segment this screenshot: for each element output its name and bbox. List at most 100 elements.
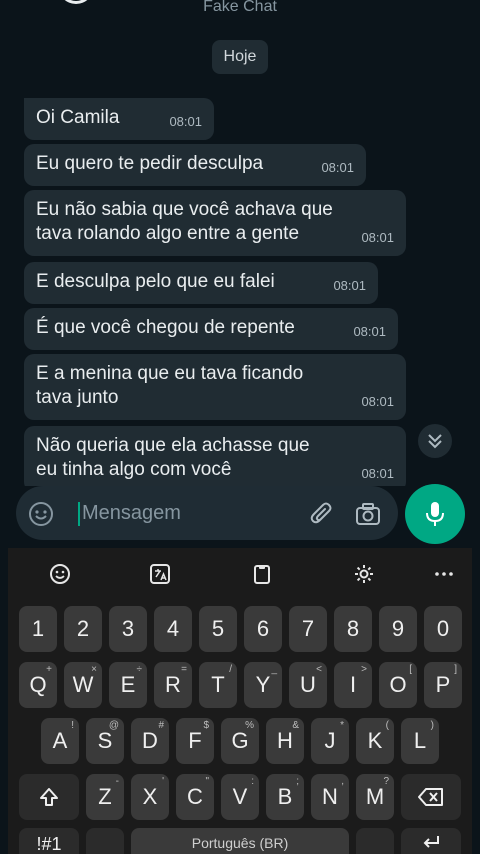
key-label: I [349, 672, 357, 697]
key-z[interactable]: -Z [86, 774, 124, 820]
key-7[interactable]: 7 [289, 606, 327, 652]
message-bubble[interactable]: E a menina que eu tava ficando tava junt… [24, 354, 406, 420]
emoji-keyboard-icon[interactable] [46, 560, 74, 588]
attach-icon[interactable] [308, 500, 336, 533]
message-time: 08:01 [361, 230, 394, 245]
key-v[interactable]: :V [221, 774, 259, 820]
key-r[interactable]: = R [154, 662, 192, 708]
key-4[interactable]: 4 [154, 606, 192, 652]
key-d[interactable]: # D [131, 718, 169, 764]
key-2[interactable]: 2 [64, 606, 102, 652]
key-hint: & [292, 720, 299, 731]
key-k[interactable]: (K [356, 718, 394, 764]
message-input[interactable] [82, 498, 302, 528]
key-1[interactable]: 1 [19, 606, 57, 652]
enter-icon [423, 836, 439, 848]
backspace-key[interactable] [401, 774, 461, 820]
message-bubble[interactable]: Oi Camila 08:01 [24, 98, 214, 140]
chat-header[interactable]: Fake Chat [0, 0, 480, 20]
message-bubble[interactable]: E desculpa pelo que eu falei 08:01 [24, 262, 378, 304]
key-label: T [211, 672, 225, 697]
message-bubble[interactable]: Não queria que ela achasse que eu tinha … [24, 426, 406, 486]
key-hint: : [251, 776, 254, 787]
key-m[interactable]: ? M [356, 774, 394, 820]
key-hint: + [46, 664, 52, 675]
key-9[interactable]: 9 [379, 606, 417, 652]
chevron-double-down-icon [428, 434, 442, 449]
key-hint: ' [162, 776, 164, 787]
key-label: 1 [31, 616, 45, 641]
key-5[interactable]: 5 [199, 606, 237, 652]
key-j[interactable]: * J [311, 718, 349, 764]
more-options-icon[interactable] [430, 560, 458, 588]
key-label: B [277, 784, 293, 809]
space-key[interactable]: Português (BR) [131, 828, 349, 854]
key-hint: ÷ [136, 664, 143, 675]
message-time: 08:01 [361, 466, 394, 481]
backspace-icon [418, 788, 443, 806]
period-key[interactable] [356, 828, 394, 854]
scroll-to-bottom-button[interactable] [418, 424, 452, 458]
key-hint: < [316, 664, 322, 675]
key-l[interactable]: ) L [401, 718, 439, 764]
key-e[interactable]: ÷ E [109, 662, 147, 708]
key-b[interactable]: ; B [266, 774, 304, 820]
message-time: 08:01 [353, 324, 386, 339]
key-w[interactable]: × W [64, 662, 102, 708]
voice-message-button[interactable] [405, 484, 465, 544]
key-0[interactable]: 0 [424, 606, 462, 652]
key-n[interactable]: ,N [311, 774, 349, 820]
key-i[interactable]: > I [334, 662, 372, 708]
comma-key[interactable] [86, 828, 124, 854]
key-label: W [72, 672, 94, 697]
key-t[interactable]: / T [199, 662, 237, 708]
key-label: J [324, 728, 336, 753]
key-x[interactable]: ' X [131, 774, 169, 820]
message-bubble[interactable]: É que você chegou de repente 08:01 [24, 308, 398, 350]
key-f[interactable]: $ F [176, 718, 214, 764]
chat-area: Fake Chat Hoje Oi Camila 08:01 Eu quero … [0, 0, 480, 486]
key-a[interactable]: ! A [41, 718, 79, 764]
key-label: 5 [211, 616, 225, 641]
key-hint: , [341, 776, 344, 787]
key-hint: = [181, 664, 187, 675]
key-hint: ; [296, 776, 299, 787]
key-hint: [ [409, 664, 412, 675]
message-time: 08:01 [361, 394, 394, 409]
key-label: E [120, 672, 136, 697]
key-g[interactable]: % G [221, 718, 259, 764]
key-label: Y [255, 672, 271, 697]
enter-key[interactable] [401, 828, 461, 854]
date-chip: Hoje [212, 40, 268, 74]
key-hint: ) [430, 720, 434, 731]
camera-icon[interactable] [354, 500, 382, 533]
key-label: 7 [301, 616, 315, 641]
key-label: S [97, 728, 113, 753]
chat-title: Fake Chat [203, 0, 277, 15]
message-bubble[interactable]: Eu quero te pedir desculpa 08:01 [24, 144, 366, 186]
message-bubble[interactable]: Eu não sabia que você achava que tava ro… [24, 190, 406, 256]
emoji-icon[interactable] [28, 501, 54, 532]
key-c[interactable]: " C [176, 774, 214, 820]
key-hint: ! [71, 720, 74, 731]
gear-icon[interactable] [350, 560, 378, 588]
key-u[interactable]: < U [289, 662, 327, 708]
clipboard-icon[interactable] [248, 560, 276, 588]
key-label: !#1 [36, 833, 62, 854]
key-p[interactable]: ] P [424, 662, 462, 708]
key-h[interactable]: & H [266, 718, 304, 764]
key-hint: > [361, 664, 367, 675]
key-o[interactable]: [O [379, 662, 417, 708]
key-6[interactable]: 6 [244, 606, 282, 652]
key-label: L [413, 728, 427, 753]
key-s[interactable]: @ S [86, 718, 124, 764]
key-label: 4 [166, 616, 180, 641]
key-label: 8 [346, 616, 360, 641]
key-3[interactable]: 3 [109, 606, 147, 652]
key-8[interactable]: 8 [334, 606, 372, 652]
key-y[interactable]: _ Y [244, 662, 282, 708]
symbols-key[interactable]: !#1 [19, 828, 79, 854]
shift-key[interactable] [19, 774, 79, 820]
key-q[interactable]: + Q [19, 662, 57, 708]
translate-icon[interactable] [146, 560, 174, 588]
